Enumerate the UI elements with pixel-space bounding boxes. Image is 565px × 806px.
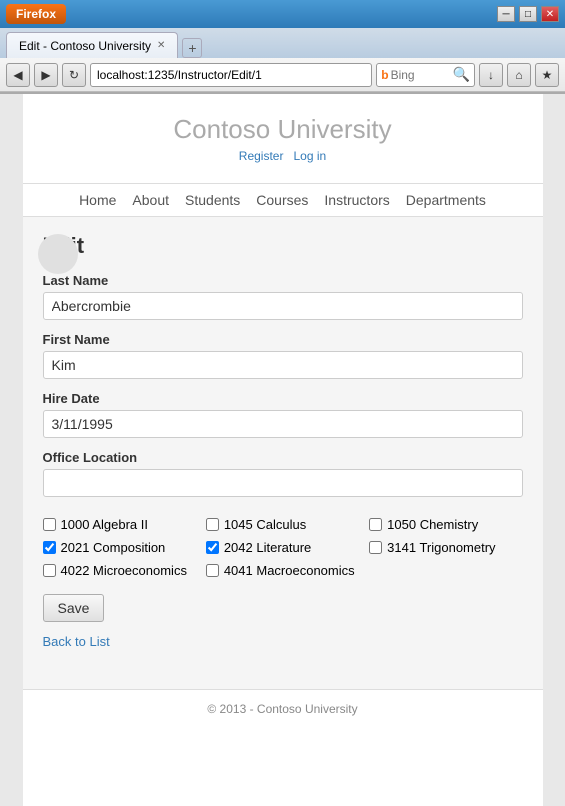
- site-footer: © 2013 - Contoso University: [23, 689, 543, 728]
- course-2042[interactable]: 2042 Literature: [206, 540, 359, 555]
- download-icon[interactable]: ↓: [479, 63, 503, 87]
- course-1000-label: 1000 Algebra II: [61, 517, 148, 532]
- forward-button[interactable]: ▶: [34, 63, 58, 87]
- course-2042-label: 2042 Literature: [224, 540, 311, 555]
- course-4041[interactable]: 4041 Macroeconomics: [206, 563, 359, 578]
- page-content: Contoso University Register Log in Home …: [0, 94, 565, 806]
- course-1050[interactable]: 1050 Chemistry: [369, 517, 522, 532]
- firefox-menu-button[interactable]: Firefox: [6, 4, 66, 24]
- office-location-label: Office Location: [43, 450, 523, 465]
- page-heading: Edit: [43, 233, 523, 259]
- nav-departments[interactable]: Departments: [406, 192, 486, 208]
- course-4041-checkbox[interactable]: [206, 564, 219, 577]
- footer-text: © 2013 - Contoso University: [207, 702, 357, 716]
- office-location-input[interactable]: [43, 469, 523, 497]
- course-2021-label: 2021 Composition: [61, 540, 166, 555]
- course-3141-checkbox[interactable]: [369, 541, 382, 554]
- title-bar: Firefox ─ □ ✕: [0, 0, 565, 28]
- first-name-input[interactable]: [43, 351, 523, 379]
- hire-date-input[interactable]: [43, 410, 523, 438]
- hire-date-label: Hire Date: [43, 391, 523, 406]
- course-2042-checkbox[interactable]: [206, 541, 219, 554]
- maximize-button[interactable]: □: [519, 6, 537, 22]
- login-link[interactable]: Log in: [294, 149, 327, 163]
- first-name-label: First Name: [43, 332, 523, 347]
- course-1045[interactable]: 1045 Calculus: [206, 517, 359, 532]
- course-4041-label: 4041 Macroeconomics: [224, 563, 355, 578]
- last-name-input[interactable]: [43, 292, 523, 320]
- course-3141[interactable]: 3141 Trigonometry: [369, 540, 522, 555]
- course-1045-checkbox[interactable]: [206, 518, 219, 531]
- refresh-button[interactable]: ↻: [62, 63, 86, 87]
- site-wrapper: Contoso University Register Log in Home …: [23, 94, 543, 806]
- home-button[interactable]: ⌂: [507, 63, 531, 87]
- close-button[interactable]: ✕: [541, 6, 559, 22]
- course-4022[interactable]: 4022 Microeconomics: [43, 563, 196, 578]
- bing-logo: b: [381, 68, 388, 82]
- tab-title: Edit - Contoso University: [19, 39, 151, 53]
- bookmarks-icon[interactable]: ★: [535, 63, 559, 87]
- minimize-button[interactable]: ─: [497, 6, 515, 22]
- course-1050-label: 1050 Chemistry: [387, 517, 478, 532]
- site-header-area: Contoso University Register Log in Home …: [23, 94, 543, 217]
- course-1050-checkbox[interactable]: [369, 518, 382, 531]
- course-1000[interactable]: 1000 Algebra II: [43, 517, 196, 532]
- course-2021[interactable]: 2021 Composition: [43, 540, 196, 555]
- nav-menu: Home About Students Courses Instructors …: [23, 183, 543, 217]
- edit-form-area: Edit Last Name First Name Hire Date Offi…: [23, 217, 543, 689]
- nav-about[interactable]: About: [132, 192, 169, 208]
- course-4022-checkbox[interactable]: [43, 564, 56, 577]
- search-bar: b 🔍: [376, 63, 475, 87]
- site-title: Contoso University: [23, 114, 543, 145]
- course-3141-label: 3141 Trigonometry: [387, 540, 495, 555]
- new-tab-button[interactable]: +: [182, 38, 202, 58]
- course-2021-checkbox[interactable]: [43, 541, 56, 554]
- course-1045-label: 1045 Calculus: [224, 517, 306, 532]
- active-tab[interactable]: Edit - Contoso University ✕: [6, 32, 178, 58]
- save-button[interactable]: Save: [43, 594, 105, 622]
- courses-grid: 1000 Algebra II 1045 Calculus 1050 Chemi…: [43, 517, 523, 578]
- back-button[interactable]: ◀: [6, 63, 30, 87]
- nav-home[interactable]: Home: [79, 192, 116, 208]
- auth-links: Register Log in: [23, 149, 543, 163]
- url-bar[interactable]: [90, 63, 372, 87]
- tab-close-icon[interactable]: ✕: [157, 40, 165, 51]
- tab-bar: Edit - Contoso University ✕ +: [0, 28, 565, 58]
- nav-instructors[interactable]: Instructors: [324, 192, 389, 208]
- course-4022-label: 4022 Microeconomics: [61, 563, 187, 578]
- nav-courses[interactable]: Courses: [256, 192, 308, 208]
- nav-bar: ◀ ▶ ↻ b 🔍 ↓ ⌂ ★: [0, 58, 565, 92]
- course-1000-checkbox[interactable]: [43, 518, 56, 531]
- register-link[interactable]: Register: [239, 149, 284, 163]
- last-name-label: Last Name: [43, 273, 523, 288]
- nav-students[interactable]: Students: [185, 192, 240, 208]
- site-header: Contoso University Register Log in: [23, 94, 543, 183]
- avatar: [38, 234, 78, 274]
- back-to-list-link[interactable]: Back to List: [43, 634, 523, 649]
- search-icon[interactable]: 🔍: [453, 66, 470, 83]
- search-input[interactable]: [391, 68, 451, 82]
